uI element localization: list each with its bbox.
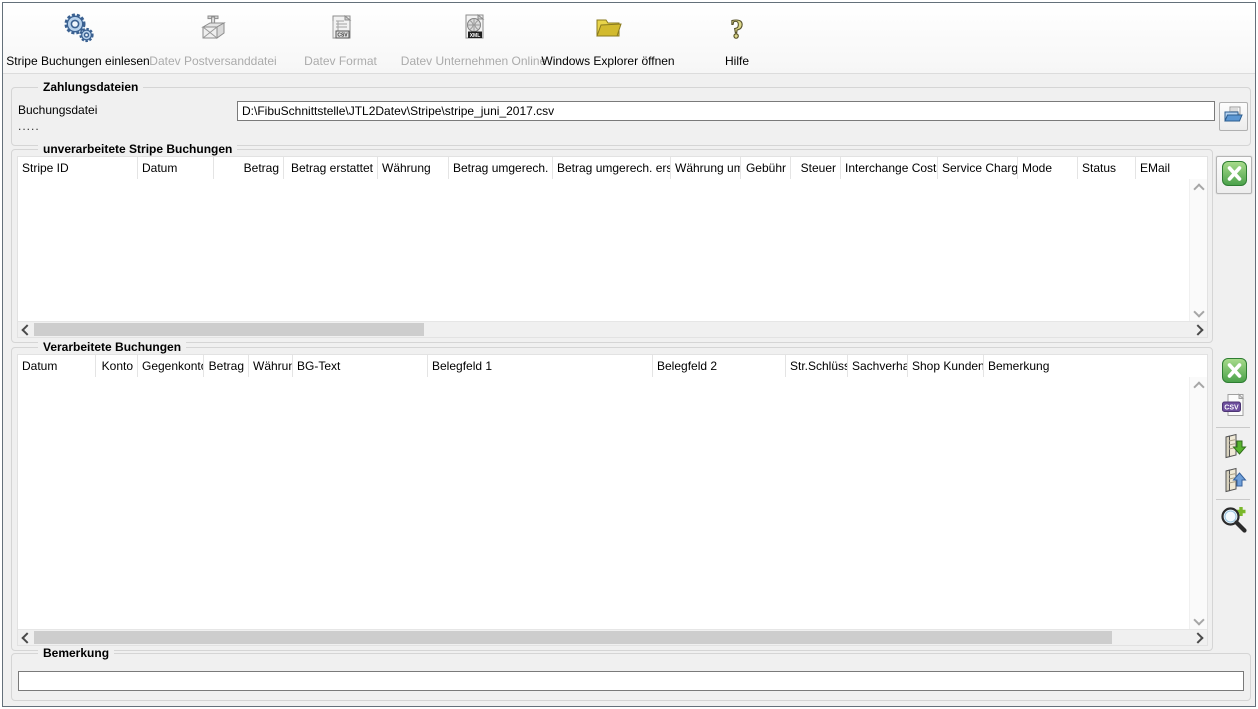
chevron-up-icon [1193,183,1204,194]
toolbar-button-hilfe[interactable]: ? Hilfe [698,8,776,68]
column-header-konto[interactable]: Konto [96,355,138,377]
column-header-belegfeld-1[interactable]: Belegfeld 1 [428,355,653,377]
app-window: Stripe Buchungen einlesen Datev Postvers… [2,2,1256,707]
group-zahlungsdateien: Zahlungsdateien Buchungsdatei ..... [11,87,1251,146]
processed-vertical-scrollbar[interactable] [1189,377,1207,630]
group-bemerkung: Bemerkung [11,653,1251,701]
column-header-stripe-id[interactable]: Stripe ID [18,157,138,179]
column-header-betrag-umgerech-erst[interactable]: Betrag umgerech. erst. [553,157,671,179]
bemerkung-input[interactable] [18,671,1244,691]
svg-text:XML: XML [469,33,480,39]
unprocessed-horizontal-scrollbar[interactable] [18,321,1207,337]
processed-table-header: Datum Konto Gegenkonto Betrag Währung BG… [18,355,1207,378]
column-header-betrag[interactable]: Betrag [214,157,284,179]
toolbar-button-label: Stripe Buchungen einlesen [6,54,149,68]
processed-table: Datum Konto Gegenkonto Betrag Währung BG… [17,354,1208,646]
column-header-betrag-umgerech[interactable]: Betrag umgerech. [449,157,553,179]
scroll-right-icon[interactable] [1192,322,1207,337]
book-arrow-up-icon [1219,465,1249,498]
load-bookings-button[interactable] [1218,465,1250,497]
gears-icon [60,8,96,44]
column-header-betrag[interactable]: Betrag [204,355,249,377]
export-excel-processed-button[interactable] [1218,357,1250,387]
column-header-str-schluessel[interactable]: Str.Schlüssel [786,355,848,377]
toolbar-button-label: Hilfe [725,54,749,68]
toolbar-button-label: Datev Format [304,54,377,68]
group-title: Zahlungsdateien [38,80,143,94]
toolbar-button-label: Windows Explorer öffnen [541,54,674,68]
toolbar-button-stripe-buchungen-einlesen[interactable]: Stripe Buchungen einlesen [11,8,145,68]
toolbar-button-windows-explorer-oeffnen[interactable]: Windows Explorer öffnen [533,8,683,68]
svg-text:?: ? [730,14,744,44]
column-header-sachverhalt[interactable]: Sachverhalt [848,355,908,377]
help-icon: ? [720,8,754,44]
unprocessed-table: Stripe ID Datum Betrag Betrag erstattet … [17,156,1208,338]
column-header-datum[interactable]: Datum [18,355,96,377]
open-file-icon [1223,105,1244,128]
group-unverarbeitete-stripe-buchungen: unverarbeitete Stripe Buchungen Stripe I… [11,149,1213,343]
toolbar-button-datev-postversanddatei[interactable]: Datev Postversanddatei [148,8,278,68]
column-header-mode[interactable]: Mode [1018,157,1078,179]
import-bookings-button[interactable] [1218,431,1250,463]
csv-file-icon: CSV [1220,392,1248,423]
buchungsdatei-label: Buchungsdatei [18,103,97,117]
chevron-up-icon [1193,381,1204,392]
toolbar: Stripe Buchungen einlesen Datev Postvers… [3,3,1255,74]
column-header-waehrung[interactable]: Währung [249,355,293,377]
button-panel-divider [1216,427,1250,428]
group-title: unverarbeitete Stripe Buchungen [38,142,237,156]
toolbar-button-datev-format[interactable]: CSV Datev Format [283,8,398,68]
datev-xml-icon: XML [457,8,491,44]
column-header-bemerkung[interactable]: Bemerkung [984,355,1184,377]
unprocessed-table-body [18,179,1190,322]
processed-horizontal-scrollbar[interactable] [18,629,1207,645]
column-header-email[interactable]: EMail [1136,157,1182,179]
crate-icon [196,8,230,44]
excel-icon [1221,357,1248,387]
column-header-status[interactable]: Status [1078,157,1136,179]
column-header-steuer[interactable]: Steuer [791,157,841,179]
scroll-left-icon[interactable] [18,322,33,337]
group-title: Bemerkung [38,646,114,660]
magnifier-plus-icon [1219,504,1249,537]
export-csv-button[interactable]: CSV [1218,392,1250,422]
group-verarbeitete-buchungen: Verarbeitete Buchungen Datum Konto Gegen… [11,347,1213,651]
dots-label: ..... [18,119,40,133]
toolbar-button-datev-unternehmen-online[interactable]: XML Datev Unternehmen Online [401,8,546,68]
scrollbar-thumb[interactable] [34,323,424,336]
column-header-interchange-costs[interactable]: Interchange Costs [841,157,938,179]
column-header-betrag-erstattet[interactable]: Betrag erstattet [284,157,378,179]
column-header-bg-text[interactable]: BG-Text [293,355,428,377]
column-header-gegenkonto[interactable]: Gegenkonto [138,355,204,377]
column-header-belegfeld-2[interactable]: Belegfeld 2 [653,355,786,377]
buchungsdatei-path-input[interactable] [237,101,1215,121]
column-header-datum[interactable]: Datum [138,157,214,179]
svg-text:CSV: CSV [337,33,348,39]
svg-text:CSV: CSV [1224,404,1239,411]
chevron-down-icon [1193,306,1204,317]
export-excel-unprocessed-button[interactable] [1216,156,1252,194]
browse-file-button[interactable] [1219,102,1248,131]
book-arrow-down-icon [1219,431,1249,464]
unprocessed-table-header: Stripe ID Datum Betrag Betrag erstattet … [18,157,1207,180]
toolbar-button-label: Datev Postversanddatei [149,54,276,68]
chevron-down-icon [1193,614,1204,625]
zoom-search-button[interactable] [1218,503,1250,537]
scroll-right-icon[interactable] [1192,630,1207,645]
scroll-left-icon[interactable] [18,630,33,645]
unprocessed-vertical-scrollbar[interactable] [1189,179,1207,322]
group-title: Verarbeitete Buchungen [38,340,186,354]
button-panel-divider [1216,499,1250,500]
column-header-gebuehr[interactable]: Gebühr [741,157,791,179]
column-header-waehrung[interactable]: Währung [378,157,449,179]
datev-csv-icon: CSV [324,8,358,44]
column-header-service-charge[interactable]: Service Charge [938,157,1018,179]
toolbar-button-label: Datev Unternehmen Online [401,54,546,68]
processed-table-body [18,377,1190,630]
scrollbar-thumb[interactable] [34,631,1112,644]
folder-icon [590,8,626,44]
column-header-shop-kunden-nr[interactable]: Shop Kunden-Nr. [908,355,984,377]
column-header-waehrung-umg[interactable]: Währung umg [671,157,741,179]
excel-icon [1221,160,1248,190]
